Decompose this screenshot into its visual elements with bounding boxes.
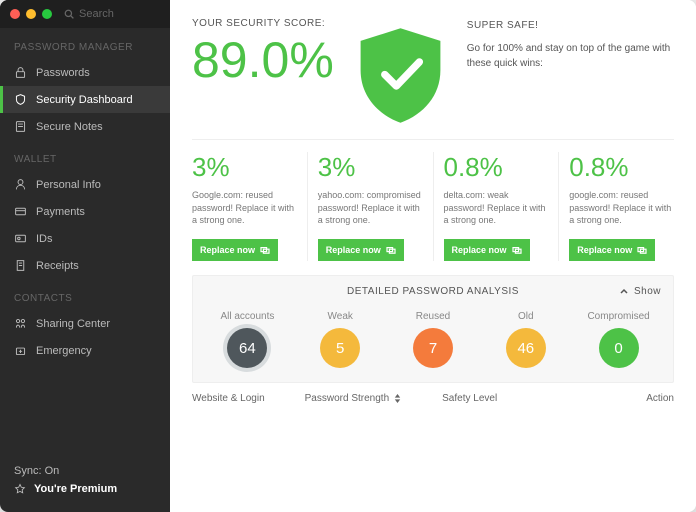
share-icon bbox=[14, 317, 27, 330]
circle-value: 0 bbox=[599, 328, 639, 368]
sidebar-item-label: Sharing Center bbox=[36, 318, 110, 330]
minimize-window-button[interactable] bbox=[26, 9, 36, 19]
sidebar-item-security-dashboard[interactable]: Security Dashboard bbox=[0, 86, 170, 113]
sidebar-item-payments[interactable]: Payments bbox=[0, 198, 170, 225]
card-percentage: 3% bbox=[318, 152, 423, 183]
replace-button[interactable]: Replace now bbox=[569, 239, 655, 261]
sidebar-item-personal-info[interactable]: Personal Info bbox=[0, 171, 170, 198]
replace-icon bbox=[386, 246, 396, 254]
sort-icon bbox=[393, 394, 402, 403]
quick-wins-cards: 3% Google.com: reused password! Replace … bbox=[170, 140, 696, 275]
analysis-old[interactable]: Old 46 bbox=[479, 311, 572, 368]
receipt-icon bbox=[14, 259, 27, 272]
sidebar-item-passwords[interactable]: Passwords bbox=[0, 59, 170, 86]
sidebar-item-label: Receipts bbox=[36, 260, 79, 272]
circle-value: 5 bbox=[320, 328, 360, 368]
sidebar-footer: Sync: On You're Premium bbox=[0, 452, 170, 512]
analysis-reused[interactable]: Reused 7 bbox=[387, 311, 480, 368]
card-icon bbox=[14, 205, 27, 218]
safety-tip: SUPER SAFE! Go for 100% and stay on top … bbox=[467, 18, 674, 127]
sidebar-item-label: Security Dashboard bbox=[36, 94, 133, 106]
replace-icon bbox=[260, 246, 270, 254]
emergency-icon bbox=[14, 344, 27, 357]
search-icon bbox=[64, 9, 74, 19]
replace-button[interactable]: Replace now bbox=[318, 239, 404, 261]
circle-value: 64 bbox=[227, 328, 267, 368]
sidebar-section-header: CONTACTS bbox=[0, 279, 170, 310]
security-score: YOUR SECURITY SCORE: 89.0% bbox=[192, 18, 334, 127]
id-icon bbox=[14, 232, 27, 245]
sidebar-item-ids[interactable]: IDs bbox=[0, 225, 170, 252]
note-icon bbox=[14, 120, 27, 133]
sidebar-item-label: Passwords bbox=[36, 67, 90, 79]
analysis-all-accounts[interactable]: All accounts 64 bbox=[201, 311, 294, 368]
sync-status: Sync: On bbox=[14, 462, 156, 480]
window-titlebar: Search bbox=[0, 0, 170, 28]
sidebar-item-label: Emergency bbox=[36, 345, 92, 357]
score-label: YOUR SECURITY SCORE: bbox=[192, 18, 334, 29]
search-input[interactable]: Search bbox=[64, 8, 160, 20]
analysis-weak[interactable]: Weak 5 bbox=[294, 311, 387, 368]
sidebar-section-header: WALLET bbox=[0, 140, 170, 171]
card-description: google.com: reused password! Replace it … bbox=[569, 189, 674, 231]
sidebar-item-receipts[interactable]: Receipts bbox=[0, 252, 170, 279]
shield-icon bbox=[14, 93, 27, 106]
table-header-action[interactable]: Action bbox=[646, 393, 674, 404]
analysis-toggle[interactable]: Show bbox=[619, 286, 661, 297]
shield-check-icon bbox=[348, 22, 453, 127]
quick-win-card: 3% yahoo.com: compromised password! Repl… bbox=[308, 152, 434, 261]
star-icon bbox=[14, 483, 26, 495]
table-header-website[interactable]: Website & Login bbox=[192, 393, 265, 404]
sidebar-item-sharing-center[interactable]: Sharing Center bbox=[0, 310, 170, 337]
sidebar-item-emergency[interactable]: Emergency bbox=[0, 337, 170, 364]
quick-win-card: 0.8% delta.com: weak password! Replace i… bbox=[434, 152, 560, 261]
card-percentage: 3% bbox=[192, 152, 297, 183]
shield-graphic bbox=[348, 18, 453, 127]
quick-win-card: 3% Google.com: reused password! Replace … bbox=[192, 152, 308, 261]
replace-icon bbox=[512, 246, 522, 254]
lock-icon bbox=[14, 66, 27, 79]
card-description: delta.com: weak password! Replace it wit… bbox=[444, 189, 549, 231]
sidebar-item-label: Secure Notes bbox=[36, 121, 103, 133]
analysis-header: DETAILED PASSWORD ANALYSIS Show bbox=[193, 276, 673, 307]
score-value: 89.0% bbox=[192, 35, 334, 85]
sidebar-item-label: Personal Info bbox=[36, 179, 101, 191]
replace-icon bbox=[637, 246, 647, 254]
main-content: YOUR SECURITY SCORE: 89.0% SUPER SAFE! G… bbox=[170, 0, 696, 512]
sidebar-item-label: IDs bbox=[36, 233, 53, 245]
card-description: yahoo.com: compromised password! Replace… bbox=[318, 189, 423, 231]
safe-title: SUPER SAFE! bbox=[467, 20, 674, 31]
sidebar-section-header: PASSWORD MANAGER bbox=[0, 28, 170, 59]
circle-value: 7 bbox=[413, 328, 453, 368]
card-description: Google.com: reused password! Replace it … bbox=[192, 189, 297, 231]
replace-button[interactable]: Replace now bbox=[444, 239, 530, 261]
replace-button[interactable]: Replace now bbox=[192, 239, 278, 261]
quick-win-card: 0.8% google.com: reused password! Replac… bbox=[559, 152, 674, 261]
analysis-panel: DETAILED PASSWORD ANALYSIS Show All acco… bbox=[192, 275, 674, 383]
person-icon bbox=[14, 178, 27, 191]
chevron-up-icon bbox=[619, 287, 629, 297]
card-percentage: 0.8% bbox=[569, 152, 674, 183]
close-window-button[interactable] bbox=[10, 9, 20, 19]
analysis-circles: All accounts 64 Weak 5 Reused 7 Old 46 C… bbox=[193, 307, 673, 382]
maximize-window-button[interactable] bbox=[42, 9, 52, 19]
table-header-safety[interactable]: Safety Level bbox=[442, 393, 497, 404]
card-percentage: 0.8% bbox=[444, 152, 549, 183]
search-placeholder: Search bbox=[79, 8, 114, 20]
safe-tip-text: Go for 100% and stay on top of the game … bbox=[467, 41, 674, 71]
analysis-compromised[interactable]: Compromised 0 bbox=[572, 311, 665, 368]
premium-status: You're Premium bbox=[14, 480, 156, 498]
table-headers: Website & Login Password Strength Safety… bbox=[170, 383, 696, 404]
sidebar: Search PASSWORD MANAGER Passwords Securi… bbox=[0, 0, 170, 512]
sidebar-item-label: Payments bbox=[36, 206, 85, 218]
table-header-strength[interactable]: Password Strength bbox=[305, 393, 403, 404]
sidebar-item-secure-notes[interactable]: Secure Notes bbox=[0, 113, 170, 140]
circle-value: 46 bbox=[506, 328, 546, 368]
